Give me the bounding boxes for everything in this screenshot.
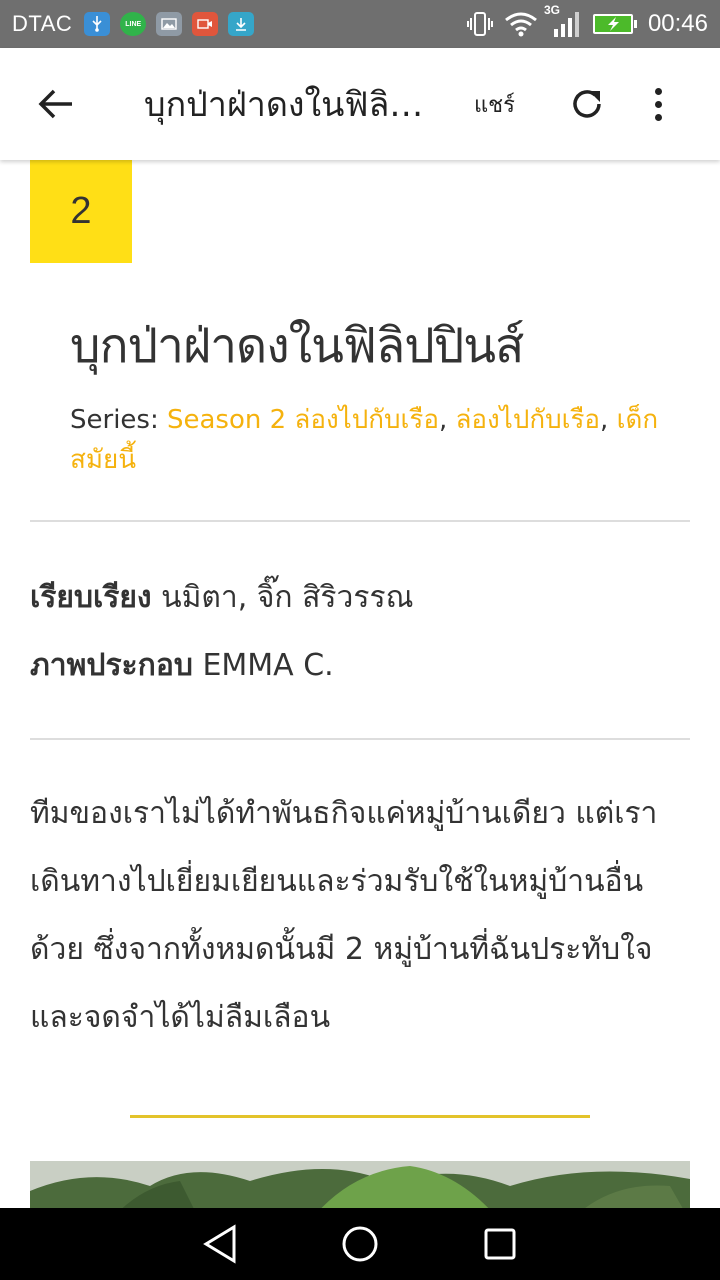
article-title: บุกป่าฝ่าดงในฟิลิปปินส์ <box>70 318 524 374</box>
dot-icon <box>655 113 663 121</box>
series-link-season2[interactable]: Season 2 ล่องไปกับเรือ <box>167 405 439 435</box>
divider <box>30 738 690 740</box>
dot-icon <box>655 87 663 95</box>
article-content[interactable]: 2 บุกป่าฝ่าดงในฟิลิปปินส์ Series: Season… <box>0 160 720 1208</box>
more-options-button[interactable] <box>649 82 669 126</box>
notification-icons: LINE <box>84 12 255 36</box>
clock: 00:46 <box>647 10 708 37</box>
credit-label: เรียบเรียง <box>30 580 152 615</box>
credit-writer: เรียบเรียง นมิตา, จิ๊ก สิริวรรณ <box>30 574 413 621</box>
line-icon: LINE <box>120 12 147 36</box>
credit-value: EMMA C. <box>202 648 334 683</box>
battery-charging-icon <box>592 14 637 34</box>
refresh-button[interactable] <box>565 82 609 126</box>
series-label: Series: <box>70 405 159 435</box>
recorder-icon <box>192 12 219 36</box>
download-icon <box>228 12 255 36</box>
separator: , <box>438 405 456 435</box>
triangle-back-icon <box>203 1224 236 1264</box>
status-right: 3G 00:46 <box>466 3 708 39</box>
square-recents-icon <box>484 1228 516 1260</box>
page-title: บุกป่าฝ่าดงในฟิลิปปินส์ <box>144 85 434 125</box>
nav-recents-button[interactable] <box>478 1222 522 1266</box>
divider <box>30 520 690 522</box>
carrier-label: DTAC <box>12 11 73 36</box>
credit-label: ภาพประกอบ <box>30 648 193 683</box>
article-image <box>30 1161 690 1208</box>
signal-icon: 3G <box>544 3 582 39</box>
credit-illustrator: ภาพประกอบ EMMA C. <box>30 642 334 689</box>
series-link-boat[interactable]: ล่องไปกับเรือ <box>456 405 601 435</box>
circle-home-icon <box>342 1226 378 1262</box>
back-button[interactable] <box>28 76 84 132</box>
line-icon-label: LINE <box>125 20 142 28</box>
dot-icon <box>655 100 663 108</box>
nav-home-button[interactable] <box>338 1222 382 1266</box>
series-line: Series: Season 2 ล่องไปกับเรือ, ล่องไปกั… <box>70 400 670 480</box>
wifi-icon <box>505 12 537 37</box>
article-paragraph: ทีมของเราไม่ได้ทำพันธกิจแค่หมู่บ้านเดียว… <box>30 796 658 1035</box>
vibrate-icon <box>466 12 493 36</box>
credit-value: นมิตา, จิ๊ก สิริวรรณ <box>161 580 414 615</box>
usb-icon <box>84 12 111 36</box>
share-button[interactable]: แชร์ <box>474 87 515 122</box>
status-bar: DTAC LINE 3G 00:46 <box>0 0 720 48</box>
app-bar: บุกป่าฝ่าดงในฟิลิปปินส์ แชร์ <box>0 48 720 160</box>
gallery-icon <box>156 12 183 36</box>
section-rule <box>130 1115 590 1118</box>
refresh-icon <box>573 90 601 118</box>
episode-badge: 2 <box>30 160 132 263</box>
nav-back-button[interactable] <box>198 1222 242 1266</box>
separator: , <box>600 405 617 435</box>
arrow-back-icon <box>38 89 72 119</box>
navigation-bar <box>0 1208 720 1280</box>
